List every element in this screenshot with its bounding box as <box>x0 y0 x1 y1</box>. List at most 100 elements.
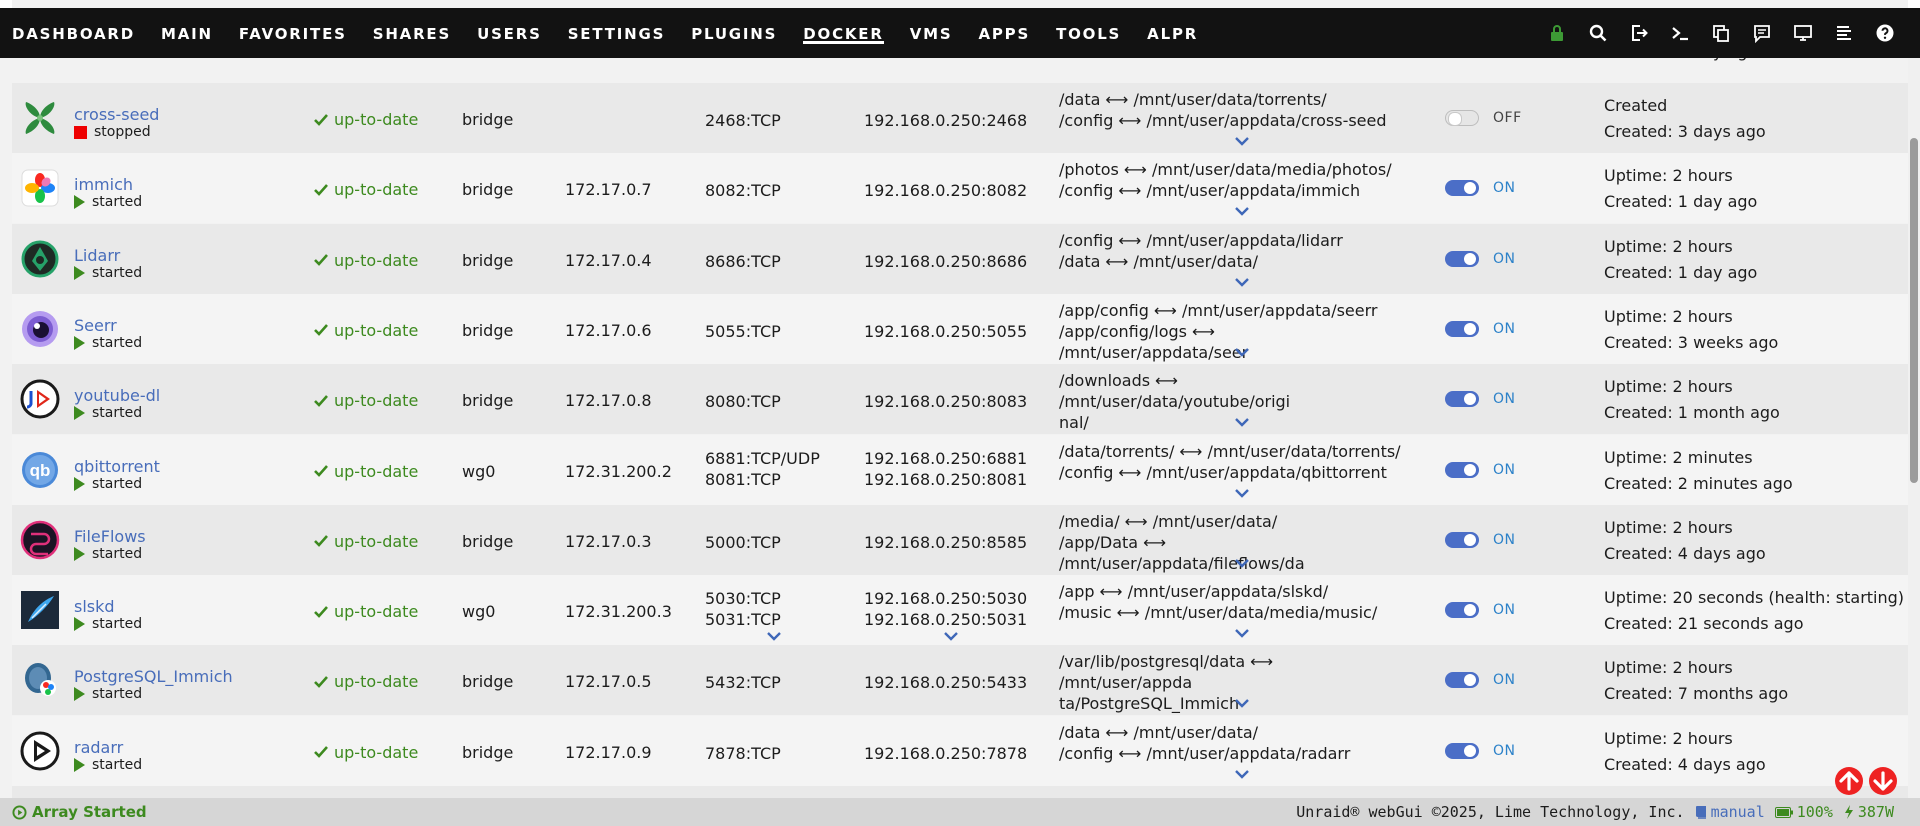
youtube-dl-logo[interactable] <box>20 379 60 419</box>
container-name-link[interactable]: slskd <box>74 597 115 616</box>
container-ip: 172.17.0.8 <box>565 391 652 411</box>
nav-tab-tools[interactable]: TOOLS <box>1056 8 1121 58</box>
lidarr-logo[interactable] <box>20 239 60 279</box>
slskd-logo[interactable] <box>20 590 60 630</box>
feedback-icon[interactable] <box>1749 20 1775 46</box>
autostart-toggle[interactable] <box>1445 320 1479 337</box>
volume-entry: /data/torrents/ ⟷ /mnt/user/data/torrent… <box>1059 441 1401 461</box>
volumes-expand-chevron[interactable] <box>1235 488 1249 498</box>
container-name-link[interactable]: youtube-dl <box>74 386 160 405</box>
volumes-expand-chevron[interactable] <box>1235 136 1249 146</box>
update-status[interactable]: up-to-date <box>314 532 418 551</box>
table-row: Seerr started up-to-date bridge 172.17.0.6 5… <box>12 293 1908 364</box>
autostart-control: OFF <box>1445 110 1522 126</box>
update-status[interactable]: up-to-date <box>314 251 418 270</box>
volume-entry: /photos ⟷ /mnt/user/data/media/photos/ <box>1059 160 1392 180</box>
nav-tab-vms[interactable]: VMS <box>910 8 953 58</box>
container-name-link[interactable]: PostgreSQL_Immich <box>74 667 233 686</box>
copy-icon[interactable] <box>1708 20 1734 46</box>
container-name-link[interactable]: Seerr <box>74 316 117 335</box>
container-name-link[interactable]: FileFlows <box>74 527 146 546</box>
container-name-link[interactable]: Lidarr <box>74 246 120 265</box>
update-status[interactable]: up-to-date <box>314 180 418 199</box>
update-status[interactable]: up-to-date <box>314 321 418 340</box>
nav-tab-docker[interactable]: DOCKER <box>803 8 885 58</box>
nav-tab-favorites[interactable]: FAVORITES <box>239 8 347 58</box>
check-icon <box>314 676 328 688</box>
volumes-expand-chevron[interactable] <box>1235 769 1249 779</box>
scrollbar-thumb[interactable] <box>1910 138 1918 483</box>
autostart-toggle[interactable] <box>1445 602 1479 619</box>
play-icon <box>74 757 85 772</box>
autostart-toggle[interactable] <box>1445 391 1479 408</box>
network-type: bridge <box>462 742 514 762</box>
volumes-expand-chevron[interactable] <box>1235 628 1249 638</box>
port-mappings: 192.168.0.250:2468 <box>864 110 1027 131</box>
qbittorrent-logo[interactable]: qb <box>20 450 60 490</box>
volumes-expand-chevron[interactable] <box>1235 206 1249 216</box>
update-status[interactable]: up-to-date <box>314 391 418 410</box>
nav-tab-main[interactable]: MAIN <box>161 8 213 58</box>
mapping-entry: 192.168.0.250:5055 <box>864 321 1028 341</box>
nav-icon-group <box>1544 8 1898 58</box>
nav-tab-shares[interactable]: SHARES <box>373 8 451 58</box>
nav-tab-apps[interactable]: APPS <box>978 8 1030 58</box>
help-icon[interactable] <box>1872 20 1898 46</box>
volumes-expand-chevron[interactable] <box>1235 417 1249 427</box>
network-type: wg0 <box>462 602 496 622</box>
logout-icon[interactable] <box>1626 20 1652 46</box>
fileflows-logo[interactable] <box>20 520 60 560</box>
nav-tab-users[interactable]: USERS <box>477 8 542 58</box>
autostart-toggle[interactable] <box>1445 250 1479 267</box>
container-name-link[interactable]: radarr <box>74 738 123 757</box>
search-icon[interactable] <box>1585 20 1611 46</box>
update-status[interactable]: up-to-date <box>314 743 418 762</box>
copyright: Unraid® webGui ©2025, Lime Technology, I… <box>1296 803 1685 821</box>
nav-tab-dashboard[interactable]: DASHBOARD <box>12 8 135 58</box>
cross-seed-logo[interactable] <box>20 98 60 138</box>
manual-link[interactable]: manual <box>1695 803 1765 821</box>
autostart-toggle[interactable] <box>1445 742 1479 759</box>
log-icon[interactable] <box>1831 20 1857 46</box>
autostart-toggle[interactable] <box>1445 672 1479 689</box>
autostart-toggle[interactable] <box>1445 180 1479 197</box>
radarr-logo[interactable] <box>20 731 60 771</box>
volumes-expand-chevron[interactable] <box>1235 347 1249 357</box>
container-name-link[interactable]: immich <box>74 175 133 194</box>
autostart-toggle[interactable] <box>1445 461 1479 478</box>
update-status[interactable]: up-to-date <box>314 672 418 691</box>
immich-logo[interactable] <box>20 168 60 208</box>
terminal-icon[interactable] <box>1667 20 1693 46</box>
page-scrollbar[interactable] <box>1908 58 1920 798</box>
lock-icon[interactable] <box>1544 20 1570 46</box>
autostart-toggle[interactable] <box>1445 110 1479 126</box>
monitor-icon[interactable] <box>1790 20 1816 46</box>
scroll-bottom-button[interactable] <box>1869 767 1897 795</box>
container-state-label: started <box>92 475 143 492</box>
autostart-toggle[interactable] <box>1445 531 1479 548</box>
nav-tab-alpr[interactable]: ALPR <box>1147 8 1198 58</box>
autostart-control: ON <box>1445 461 1516 478</box>
volumes-expand-chevron[interactable] <box>1235 277 1249 287</box>
scroll-top-button[interactable] <box>1835 767 1863 795</box>
update-status[interactable]: up-to-date <box>314 110 418 129</box>
seerr-logo[interactable] <box>20 309 60 349</box>
container-state-label: started <box>92 194 143 211</box>
postgresql-logo[interactable] <box>20 660 60 700</box>
volumes-expand-chevron[interactable] <box>1235 558 1249 568</box>
volumes-expand-chevron[interactable] <box>1235 698 1249 709</box>
autostart-control: ON <box>1445 320 1516 337</box>
container-name-link[interactable]: qbittorrent <box>74 457 160 476</box>
mappings-expand-chevron[interactable] <box>944 631 958 641</box>
ports-expand-chevron[interactable] <box>767 631 781 641</box>
nav-tab-plugins[interactable]: PLUGINS <box>691 8 777 58</box>
update-status[interactable]: up-to-date <box>314 602 418 621</box>
container-name-link[interactable]: cross-seed <box>74 105 159 124</box>
autostart-label: OFF <box>1493 110 1522 126</box>
update-status[interactable]: up-to-date <box>314 462 418 481</box>
volume-entry: /downloads ⟷ /mnt/user/data/youtube/orig… <box>1059 371 1291 412</box>
volume-entry: /data ⟷ /mnt/user/data/torrents/ <box>1059 90 1327 109</box>
mapping-entry: 192.168.0.250:6881 <box>864 448 1028 468</box>
nav-tab-settings[interactable]: SETTINGS <box>568 8 666 58</box>
play-icon <box>74 406 85 421</box>
